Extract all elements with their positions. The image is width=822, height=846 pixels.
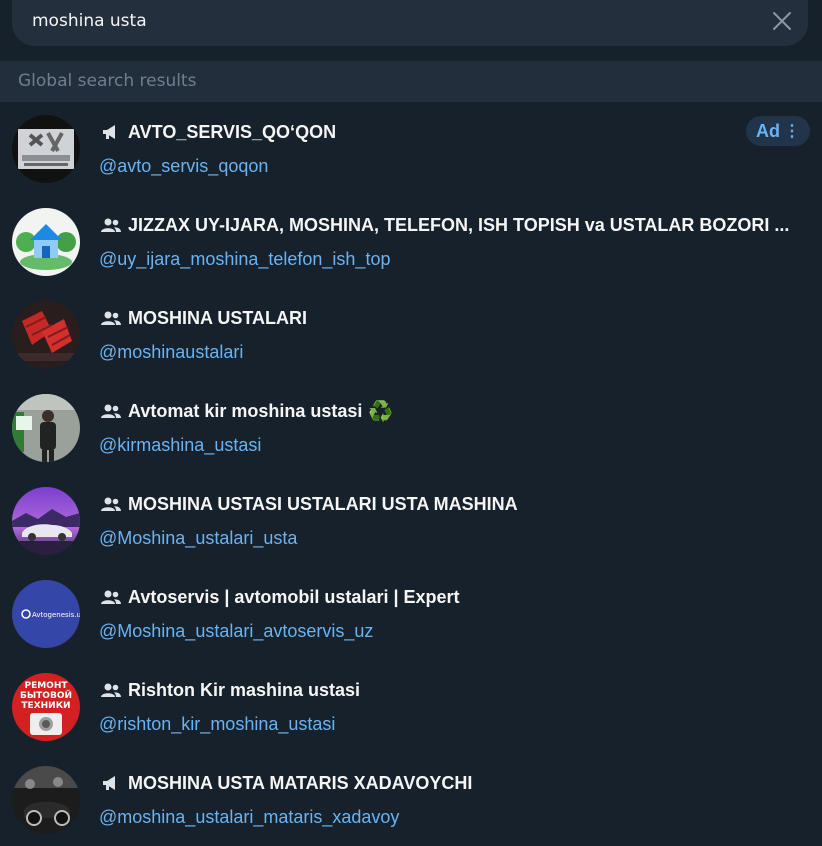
result-row[interactable]: AVTO_SERVIS_QO‘QON @avto_servis_qoqon Ad…	[0, 102, 822, 195]
avatar	[12, 487, 80, 555]
group-icon	[100, 216, 122, 234]
result-row[interactable]: MOSHINA USTA MATARIS XADAVOYCHI @moshina…	[0, 753, 822, 846]
result-title: MOSHINA USTASI USTALARI USTA MASHINA	[128, 493, 518, 514]
avatar-text-line: ТЕХНИКИ	[21, 701, 70, 711]
close-icon[interactable]	[770, 9, 794, 33]
megaphone-icon	[100, 774, 122, 792]
avatar	[12, 301, 80, 369]
result-title: Avtomat kir moshina ustasi	[128, 400, 363, 421]
recycle-icon: ♻️	[368, 399, 394, 423]
result-username[interactable]: @moshina_ustalari_mataris_xadavoy	[99, 807, 399, 828]
result-row[interactable]: MOSHINA USTALARI @moshinaustalari	[0, 288, 822, 381]
avatar	[12, 115, 80, 183]
result-row[interactable]: JIZZAX UY-IJARA, MOSHINA, TELEFON, ISH T…	[0, 195, 822, 288]
result-title: JIZZAX UY-IJARA, MOSHINA, TELEFON, ISH T…	[128, 214, 790, 235]
avatar-text-line: БЫТОВОЙ	[20, 689, 72, 701]
avatar	[12, 394, 80, 462]
result-row[interactable]: Avtomat kir moshina ustasi ♻️ @kirmashin…	[0, 381, 822, 474]
result-row[interactable]: РЕМОНТ БЫТОВОЙ ТЕХНИКИ Rishton Kir mashi…	[0, 660, 822, 753]
result-title: AVTO_SERVIS_QO‘QON	[128, 121, 337, 142]
result-row[interactable]: MOSHINA USTASI USTALARI USTA MASHINA @Mo…	[0, 474, 822, 567]
avatar-text-line: РЕМОНТ	[24, 681, 68, 691]
group-icon	[100, 402, 122, 420]
search-input[interactable]	[32, 6, 752, 36]
group-icon	[100, 309, 122, 327]
search-bar	[12, 0, 808, 46]
group-icon	[100, 495, 122, 513]
result-row[interactable]: Avtogenesis.uz Avtoservis | avtomobil us…	[0, 567, 822, 660]
megaphone-icon	[100, 123, 122, 141]
ad-label: Ad	[756, 120, 780, 141]
group-icon	[100, 588, 122, 606]
result-username[interactable]: @rishton_kir_moshina_ustasi	[99, 714, 335, 735]
section-title: Global search results	[18, 71, 197, 91]
avatar	[12, 766, 80, 834]
result-username[interactable]: @Moshina_ustalari_usta	[99, 528, 297, 549]
ad-badge[interactable]: Ad ⋮	[746, 116, 810, 146]
more-vertical-icon[interactable]: ⋮	[784, 121, 800, 141]
result-title: MOSHINA USTA MATARIS XADAVOYCHI	[128, 772, 473, 793]
result-username[interactable]: @moshinaustalari	[99, 342, 243, 363]
result-username[interactable]: @kirmashina_ustasi	[99, 435, 261, 456]
avatar	[12, 208, 80, 276]
result-username[interactable]: @Moshina_ustalari_avtoservis_uz	[99, 621, 373, 642]
avatar: Avtogenesis.uz	[12, 580, 80, 648]
avatar: РЕМОНТ БЫТОВОЙ ТЕХНИКИ	[12, 673, 80, 741]
section-header: Global search results	[0, 61, 822, 102]
avatar-logo-text: Avtogenesis.uz	[32, 611, 80, 619]
group-icon	[100, 681, 122, 699]
result-title: Avtoservis | avtomobil ustalari | Expert	[128, 586, 460, 607]
result-title: Rishton Kir mashina ustasi	[128, 679, 361, 700]
results-list: AVTO_SERVIS_QO‘QON @avto_servis_qoqon Ad…	[0, 102, 822, 846]
result-title: MOSHINA USTALARI	[128, 307, 307, 328]
result-username[interactable]: @uy_ijara_moshina_telefon_ish_top	[99, 249, 390, 270]
result-username[interactable]: @avto_servis_qoqon	[99, 156, 268, 177]
